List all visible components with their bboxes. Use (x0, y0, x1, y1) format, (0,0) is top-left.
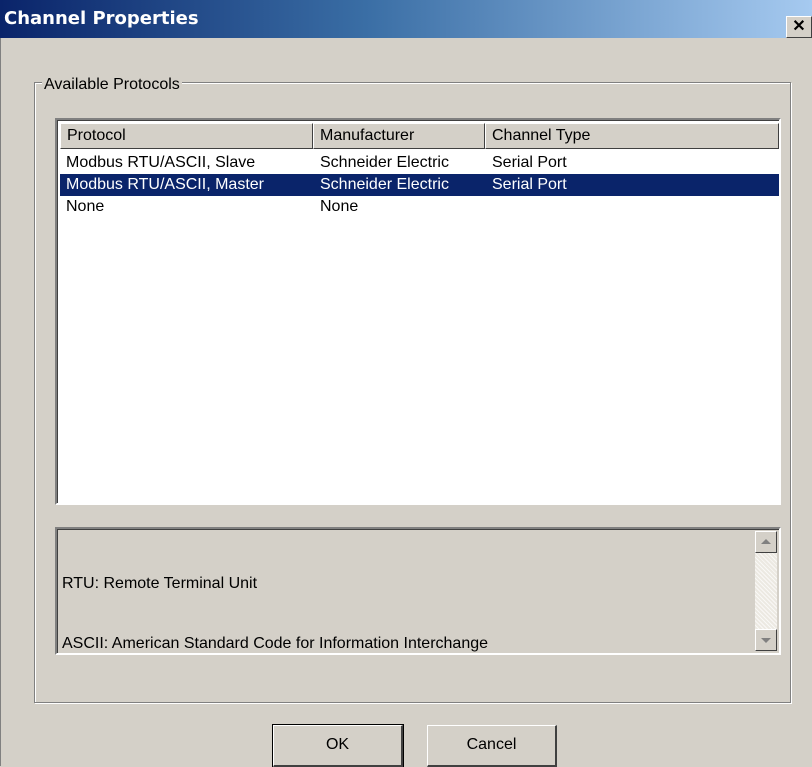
protocol-list[interactable]: Protocol Manufacturer Channel Type Modbu… (55, 118, 781, 505)
description-scrollbar[interactable] (755, 531, 777, 651)
window-title: Channel Properties (4, 8, 199, 29)
table-row-selected[interactable]: Modbus RTU/ASCII, Master Schneider Elect… (60, 174, 779, 196)
scroll-down-arrow-icon (761, 638, 771, 643)
cancel-button[interactable]: Cancel (427, 725, 557, 767)
scroll-up-button[interactable] (755, 531, 777, 553)
scroll-down-button[interactable] (755, 629, 777, 651)
cell-manufacturer: Schneider Electric (320, 176, 449, 193)
scroll-up-arrow-icon (761, 539, 771, 544)
column-header-manufacturer[interactable]: Manufacturer (313, 123, 485, 149)
column-header-channel-type[interactable]: Channel Type (485, 123, 779, 149)
protocol-description-box[interactable]: RTU: Remote Terminal Unit ASCII: America… (55, 527, 781, 655)
close-button[interactable]: ✕ (786, 16, 812, 38)
table-row[interactable]: None None (60, 196, 779, 218)
cell-protocol: Modbus RTU/ASCII, Slave (66, 154, 256, 171)
close-icon: ✕ (792, 18, 806, 35)
cell-channel-type: Serial Port (492, 176, 567, 193)
ok-button[interactable]: OK (272, 724, 404, 767)
list-header: Protocol Manufacturer Channel Type (60, 123, 779, 149)
cell-manufacturer: Schneider Electric (320, 154, 449, 171)
column-header-protocol[interactable]: Protocol (60, 123, 313, 149)
description-line: RTU: Remote Terminal Unit (62, 575, 258, 592)
cell-protocol: Modbus RTU/ASCII, Master (66, 176, 264, 193)
title-bar[interactable]: Channel Properties ✕ (0, 0, 812, 38)
cell-protocol: None (66, 198, 105, 215)
cell-channel-type: Serial Port (492, 154, 567, 171)
table-row[interactable]: Modbus RTU/ASCII, Slave Schneider Electr… (60, 152, 779, 174)
group-label: Available Protocols (42, 76, 182, 94)
cell-manufacturer: None (320, 198, 359, 215)
description-text: RTU: Remote Terminal Unit ASCII: America… (62, 534, 488, 694)
description-line: ASCII: American Standard Code for Inform… (62, 635, 489, 652)
